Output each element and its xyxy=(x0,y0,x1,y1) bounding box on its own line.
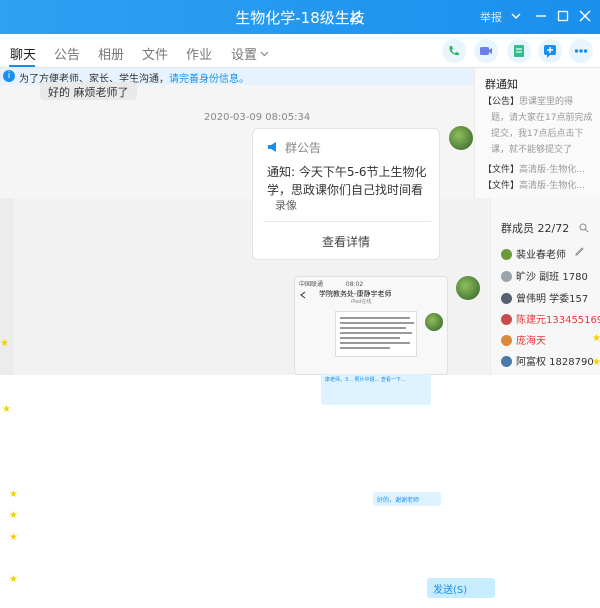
edit-icon[interactable] xyxy=(349,8,363,22)
back-arrow-icon xyxy=(300,291,306,299)
member-item[interactable]: 阿富权 1828790 xyxy=(501,353,594,368)
screenshot-image-message[interactable]: 中国联通 08:02 学院教务处-康静宇老师 iPad在线 xyxy=(294,276,448,375)
group-notice-title: 群通知 xyxy=(485,78,518,91)
tab-settings[interactable]: 设置 xyxy=(231,44,257,63)
star-icon: ★ xyxy=(9,532,18,543)
tab-homework[interactable]: 作业 xyxy=(186,44,212,63)
divider xyxy=(263,221,431,222)
complete-info-link[interactable]: 请完善身份信息。 xyxy=(169,74,249,85)
avatar xyxy=(501,356,512,367)
notice-item[interactable]: 【公告】思课堂里的得 xyxy=(483,94,573,107)
video-call-button[interactable] xyxy=(474,39,498,63)
star-icon: ★ xyxy=(9,510,18,521)
avatar xyxy=(501,271,512,282)
star-icon: ★ xyxy=(0,338,9,349)
chevron-down-icon[interactable] xyxy=(509,9,523,23)
avatar[interactable] xyxy=(449,126,473,150)
star-icon: ★ xyxy=(2,404,11,415)
star-icon: ★ xyxy=(592,357,600,368)
star-icon: ★ xyxy=(9,489,18,500)
member-item[interactable]: 庞海天 xyxy=(501,332,546,347)
avatar[interactable] xyxy=(456,276,480,300)
search-icon[interactable] xyxy=(579,223,589,233)
file-item[interactable]: 【文件】高清版-生物化... xyxy=(483,178,585,191)
more-button[interactable] xyxy=(569,39,593,63)
maximize-icon[interactable] xyxy=(556,9,570,23)
announcement-header: 群公告 xyxy=(285,141,322,155)
tab-announcements[interactable]: 公告 xyxy=(54,44,80,63)
member-item[interactable]: 陈建元13345516​92 xyxy=(501,311,600,326)
group-announcement-card[interactable]: 群公告 通知: 今天下午5-6节上生物化学，思政课你们自己找时间看 录像 查看详… xyxy=(252,128,440,260)
chevron-down-icon[interactable] xyxy=(260,49,269,58)
tab-album[interactable]: 相册 xyxy=(98,44,124,63)
video-icon xyxy=(480,47,492,55)
carrier-label: 中国联通 xyxy=(299,281,324,288)
title-bar: 生物化学-18级生技 举报 xyxy=(0,0,600,34)
announcement-body-tail: 录像 xyxy=(275,199,297,212)
more-icon xyxy=(574,49,588,53)
add-app-button[interactable] xyxy=(538,39,562,63)
tab-chat[interactable]: 聊天 xyxy=(10,44,36,63)
report-link[interactable]: 举报 xyxy=(480,9,502,25)
member-item[interactable]: 裴业春老师 xyxy=(501,246,566,261)
document-icon xyxy=(514,45,524,57)
avatar xyxy=(501,314,512,325)
star-icon: ★ xyxy=(592,333,600,344)
member-item[interactable]: 曾伟明 学委157 xyxy=(501,290,588,305)
phone-time: 08:02 xyxy=(345,281,364,288)
prev-message-bubble: 好的 麻烦老师了 xyxy=(40,82,137,100)
minimize-icon[interactable] xyxy=(534,9,548,23)
megaphone-icon xyxy=(268,142,276,152)
tab-bar: 聊天 公告 相册 文件 作业 设置 xyxy=(0,34,600,68)
announcement-body: 通知: 今天下午5-6节上生物化学，思政课你们自己找时间看 xyxy=(267,165,427,197)
member-item[interactable]: 旷沙 副班 1780 xyxy=(501,268,588,283)
tab-files[interactable]: 文件 xyxy=(142,44,168,63)
notice-item-line: 题，请大家在17点前完成 xyxy=(491,113,593,123)
star-icon: ★ xyxy=(9,574,18,585)
sent-message-text: 康老师，3... 照片中题... 查看一下... xyxy=(325,377,406,383)
members-count: 群成员 22/72 xyxy=(501,222,570,235)
file-item[interactable]: 【文件】高清版-生物化... xyxy=(483,162,585,175)
document-preview xyxy=(335,311,417,357)
close-icon[interactable] xyxy=(578,9,592,23)
group-members-panel: 群成员 22/72 裴业春老师 旷沙 副班 1780 曾伟明 学委157 陈建元… xyxy=(490,198,600,375)
sent-message-bubble-small[interactable]: 好的，谢谢老师 xyxy=(373,492,441,506)
send-button[interactable]: 发送(S) xyxy=(427,578,495,598)
phone-icon xyxy=(449,46,459,56)
group-notice-panel: 群通知 【公告】思课堂里的得 题，请大家在17点前完成 提交，我17点后点击下 … xyxy=(474,68,600,198)
contact-status: iPad在线 xyxy=(351,299,372,305)
notice-item-line: 提交，我17点后点击下 xyxy=(491,129,584,139)
sent-message-bubble[interactable]: 康老师，3... 照片中题... 查看一下... xyxy=(321,374,431,405)
view-details-link[interactable]: 查看详情 xyxy=(253,233,439,250)
qq-group-chat-window: { "window": { "title": "生物化学-18级生技", "re… xyxy=(0,0,600,608)
plus-chat-icon xyxy=(544,45,556,58)
active-tab-indicator xyxy=(9,65,35,67)
avatar xyxy=(501,293,512,304)
avatar xyxy=(501,335,512,346)
homework-button[interactable] xyxy=(507,39,531,63)
info-icon: i xyxy=(3,70,15,82)
edit-icon[interactable] xyxy=(575,246,585,256)
avatar xyxy=(425,313,443,331)
avatar xyxy=(501,249,512,260)
notice-item-line: 课，就不能够提交了 xyxy=(491,145,573,155)
phone-call-button[interactable] xyxy=(442,39,466,63)
message-timestamp: 2020-03-09 08:05:34 xyxy=(204,112,311,123)
